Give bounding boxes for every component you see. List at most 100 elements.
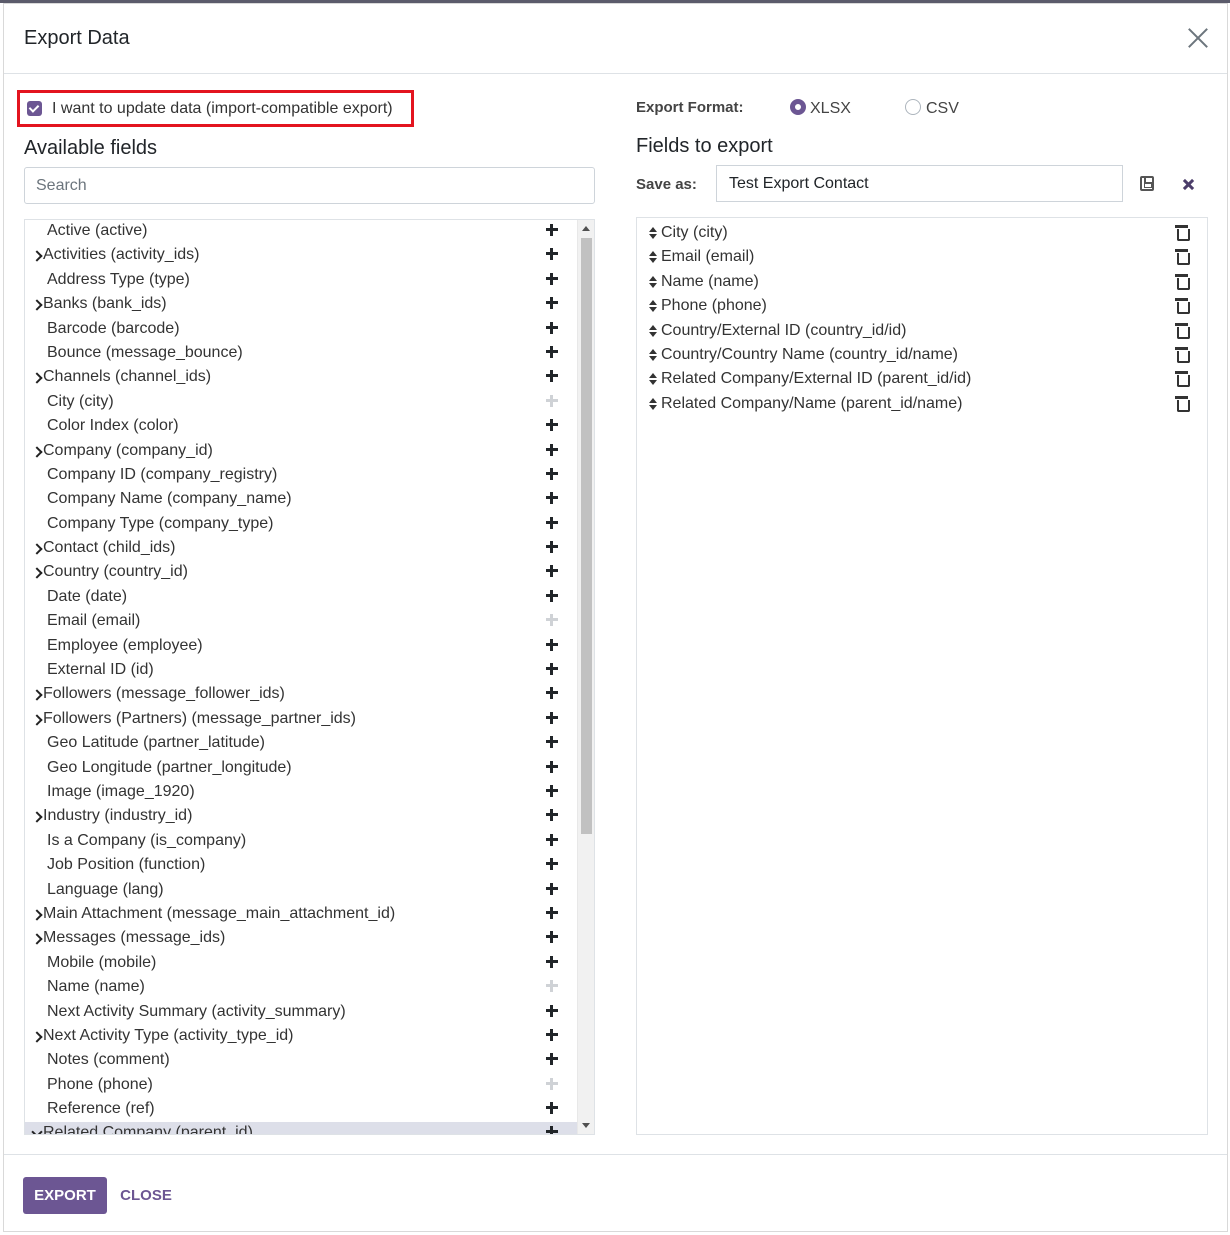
add-field-icon[interactable] — [543, 1075, 561, 1093]
format-radio-xlsx[interactable] — [790, 99, 806, 115]
sort-handle-icon[interactable] — [648, 250, 658, 264]
field-row[interactable]: City (city) — [25, 391, 578, 415]
field-row[interactable]: Industry (industry_id) — [25, 805, 578, 829]
chevron-right-icon[interactable] — [33, 686, 43, 702]
chevron-right-icon[interactable] — [33, 296, 43, 312]
field-row[interactable]: Geo Latitude (partner_latitude) — [25, 732, 578, 756]
field-row[interactable]: Mobile (mobile) — [25, 952, 578, 976]
add-field-icon[interactable] — [543, 587, 561, 605]
add-field-icon[interactable] — [543, 733, 561, 751]
trash-icon[interactable] — [1175, 322, 1190, 339]
add-field-icon[interactable] — [543, 367, 561, 385]
field-row[interactable]: Geo Longitude (partner_longitude) — [25, 757, 578, 781]
field-row[interactable]: Messages (message_ids) — [25, 927, 578, 951]
add-field-icon[interactable] — [543, 538, 561, 556]
field-row[interactable]: Image (image_1920) — [25, 781, 578, 805]
field-row[interactable]: Bounce (message_bounce) — [25, 342, 578, 366]
chevron-right-icon[interactable] — [33, 1028, 43, 1044]
field-row[interactable]: Reference (ref) — [25, 1098, 578, 1122]
field-row[interactable]: Banks (bank_ids) — [25, 293, 578, 317]
field-row[interactable]: Color Index (color) — [25, 415, 578, 439]
add-field-icon[interactable] — [543, 831, 561, 849]
add-field-icon[interactable] — [543, 489, 561, 507]
add-field-icon[interactable] — [543, 758, 561, 776]
add-field-icon[interactable] — [543, 221, 561, 239]
sort-handle-icon[interactable] — [648, 275, 658, 289]
export-field-row[interactable]: Country/Country Name (country_id/name) — [637, 344, 1207, 368]
chevron-right-icon[interactable] — [33, 540, 43, 556]
field-row[interactable]: Contact (child_ids) — [25, 537, 578, 561]
field-row[interactable]: Notes (comment) — [25, 1049, 578, 1073]
import-compatible-checkbox[interactable] — [27, 101, 42, 116]
field-row[interactable]: Activities (activity_ids) — [25, 244, 578, 268]
export-button[interactable]: EXPORT — [23, 1177, 107, 1214]
add-field-icon[interactable] — [543, 636, 561, 654]
chevron-right-icon[interactable] — [33, 930, 43, 946]
scroll-down-icon[interactable] — [582, 1123, 590, 1128]
add-field-icon[interactable] — [543, 1002, 561, 1020]
field-row[interactable]: Date (date) — [25, 586, 578, 610]
export-field-row[interactable]: Related Company/Name (parent_id/name) — [637, 393, 1207, 417]
add-field-icon[interactable] — [543, 1099, 561, 1117]
trash-icon[interactable] — [1175, 249, 1190, 266]
add-field-icon[interactable] — [543, 1123, 561, 1134]
sort-handle-icon[interactable] — [648, 397, 658, 411]
add-field-icon[interactable] — [543, 977, 561, 995]
trash-icon[interactable] — [1175, 395, 1190, 412]
field-row[interactable]: Next Activity Summary (activity_summary) — [25, 1001, 578, 1025]
add-field-icon[interactable] — [543, 684, 561, 702]
field-row[interactable]: Email (email) — [25, 610, 578, 634]
sort-handle-icon[interactable] — [648, 348, 658, 362]
chevron-right-icon[interactable] — [33, 247, 43, 263]
scrollbar[interactable] — [577, 220, 594, 1134]
trash-icon[interactable] — [1175, 346, 1190, 363]
trash-icon[interactable] — [1175, 273, 1190, 290]
format-radio-csv[interactable] — [905, 99, 921, 115]
sort-handle-icon[interactable] — [648, 324, 658, 338]
trash-icon[interactable] — [1175, 371, 1190, 388]
add-field-icon[interactable] — [543, 611, 561, 629]
chevron-right-icon[interactable] — [33, 369, 43, 385]
add-field-icon[interactable] — [543, 1050, 561, 1068]
add-field-icon[interactable] — [543, 245, 561, 263]
field-row[interactable]: Is a Company (is_company) — [25, 830, 578, 854]
add-field-icon[interactable] — [543, 782, 561, 800]
add-field-icon[interactable] — [543, 709, 561, 727]
add-field-icon[interactable] — [543, 319, 561, 337]
save-template-icon[interactable] — [1140, 176, 1154, 191]
close-button[interactable]: CLOSE — [112, 1177, 180, 1214]
add-field-icon[interactable] — [543, 855, 561, 873]
add-field-icon[interactable] — [543, 953, 561, 971]
chevron-right-icon[interactable] — [33, 711, 43, 727]
field-row[interactable]: Channels (channel_ids) — [25, 366, 578, 390]
field-row[interactable]: Language (lang) — [25, 879, 578, 903]
add-field-icon[interactable] — [543, 465, 561, 483]
sort-handle-icon[interactable] — [648, 226, 658, 240]
chevron-right-icon[interactable] — [33, 443, 43, 459]
export-field-row[interactable]: Country/External ID (country_id/id) — [637, 320, 1207, 344]
add-field-icon[interactable] — [543, 514, 561, 532]
export-field-row[interactable]: Name (name) — [637, 271, 1207, 295]
field-row[interactable]: Phone (phone) — [25, 1074, 578, 1098]
export-field-row[interactable]: City (city) — [637, 222, 1207, 246]
field-row[interactable]: Company Type (company_type) — [25, 513, 578, 537]
sort-handle-icon[interactable] — [648, 372, 658, 386]
add-field-icon[interactable] — [543, 880, 561, 898]
field-row[interactable]: Country (country_id) — [25, 561, 578, 585]
field-row[interactable]: Employee (employee) — [25, 635, 578, 659]
field-row[interactable]: Followers (Partners) (message_partner_id… — [25, 708, 578, 732]
chevron-right-icon[interactable] — [33, 564, 43, 580]
field-row[interactable]: Company Name (company_name) — [25, 488, 578, 512]
field-row[interactable]: Main Attachment (message_main_attachment… — [25, 903, 578, 927]
field-row[interactable]: Barcode (barcode) — [25, 318, 578, 342]
field-row[interactable]: Related Company (parent_id) — [25, 1122, 578, 1134]
add-field-icon[interactable] — [543, 1026, 561, 1044]
field-row[interactable]: Address Type (type) — [25, 269, 578, 293]
sort-handle-icon[interactable] — [648, 299, 658, 313]
field-row[interactable]: Name (name) — [25, 976, 578, 1000]
add-field-icon[interactable] — [543, 270, 561, 288]
field-row[interactable]: Active (active) — [25, 220, 578, 244]
scroll-thumb[interactable] — [581, 238, 592, 834]
import-compatible-option[interactable]: I want to update data (import-compatible… — [17, 90, 414, 127]
trash-icon[interactable] — [1175, 298, 1190, 315]
